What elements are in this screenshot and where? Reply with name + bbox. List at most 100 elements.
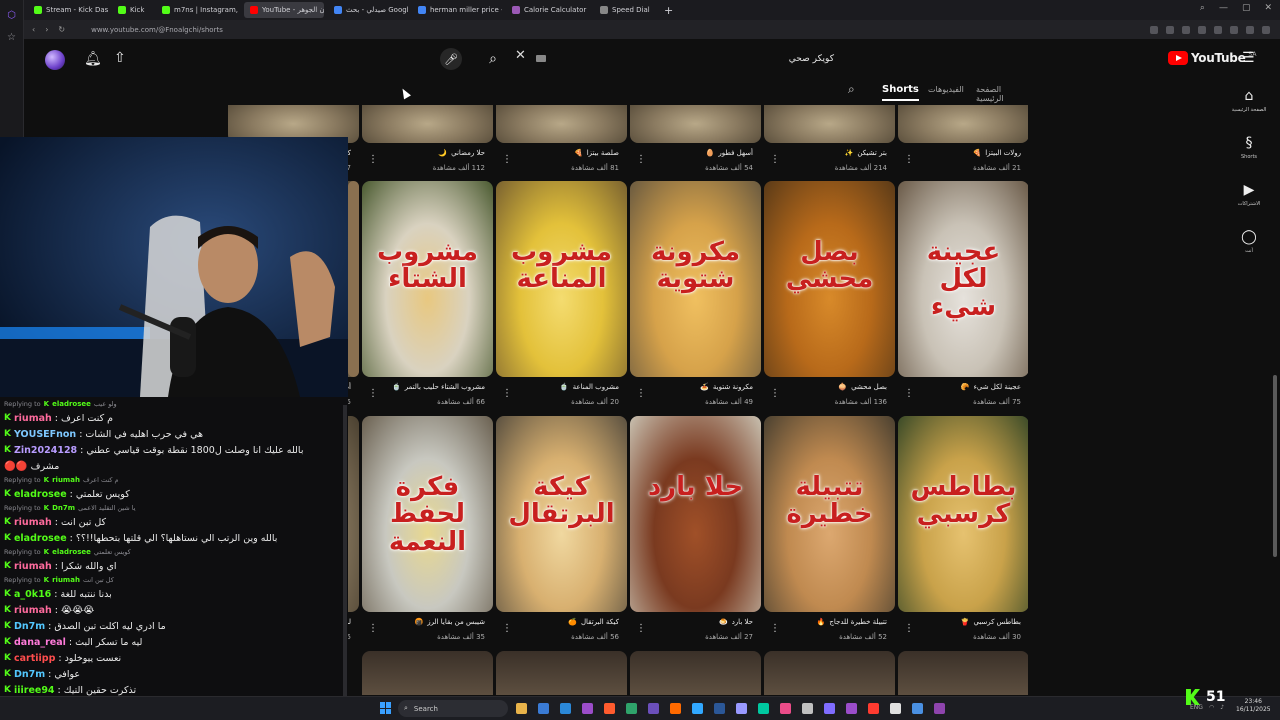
bell-icon[interactable]: 🔔︎	[84, 51, 102, 67]
browser-tab[interactable]: YouTube - أشان الجوهر	[244, 2, 324, 18]
mic-icon[interactable]: 🎤︎	[440, 48, 462, 70]
short-title[interactable]: صلصة بيتزا🍕	[496, 149, 619, 157]
taskbar-app-icon[interactable]	[758, 703, 769, 714]
more-options-icon[interactable]: ⋮	[770, 388, 780, 399]
short-thumbnail[interactable]: فكرة لحفظ النعمة	[362, 416, 493, 612]
extension-icon[interactable]	[1214, 25, 1222, 34]
tab-videos[interactable]: الفيديوهات	[928, 85, 964, 94]
more-options-icon[interactable]: ⋮	[904, 154, 914, 165]
short-title[interactable]: كيكة البرتقال🍊	[496, 618, 619, 626]
chat-username[interactable]: cartiipp	[14, 653, 55, 664]
chat-username[interactable]: YOUSEFnon	[14, 429, 76, 440]
chat-username[interactable]: riumah	[14, 413, 52, 424]
more-options-icon[interactable]: ⋮	[502, 623, 512, 634]
minimize-icon[interactable]: —	[1219, 3, 1228, 13]
short-thumbnail[interactable]	[630, 651, 761, 695]
short-thumbnail[interactable]	[898, 105, 1028, 143]
short-title[interactable]: حلا رمضاني🌙	[362, 149, 485, 157]
more-options-icon[interactable]: ⋮	[636, 623, 646, 634]
short-title[interactable]: بصل محشي🧅	[764, 383, 887, 391]
chat-username[interactable]: a_0k16	[14, 589, 51, 600]
language-indicator[interactable]: ENG	[1190, 704, 1203, 711]
short-thumbnail[interactable]	[898, 651, 1028, 695]
home-icon[interactable]: ⬡	[5, 8, 19, 22]
short-thumbnail[interactable]	[348, 181, 359, 377]
extension-icon[interactable]	[1198, 25, 1206, 34]
short-title[interactable]: حلا بارد🍮	[630, 618, 753, 626]
short-thumbnail[interactable]: حلا بارد	[630, 416, 761, 612]
clock[interactable]: 23:46 16/11/2025	[1236, 698, 1271, 714]
short-thumbnail[interactable]	[362, 105, 493, 143]
maximize-icon[interactable]: ▢	[1242, 3, 1251, 13]
channel-search-icon[interactable]: ⌕	[848, 82, 855, 97]
short-title[interactable]: بتر تشيكن✨	[764, 149, 887, 157]
nav-item-shorts[interactable]: § Shorts	[1226, 135, 1272, 160]
taskbar-app-icon[interactable]	[890, 703, 901, 714]
url-field[interactable]: www.youtube.com/@Fnoalgchi/shorts	[91, 26, 223, 34]
taskbar-app-icon[interactable]	[824, 703, 835, 714]
chat-scrollbar[interactable]	[343, 405, 347, 705]
more-options-icon[interactable]: ⋮	[770, 154, 780, 165]
search-icon[interactable]: ⌕	[480, 46, 506, 72]
more-options-icon[interactable]: ⋮	[368, 154, 378, 165]
short-title[interactable]: بطاطس كرسبي🍟	[898, 618, 1021, 626]
short-thumbnail[interactable]: كيكة البرتقال	[496, 416, 627, 612]
taskbar-search[interactable]: ⌕ Search	[398, 700, 508, 717]
browser-tab[interactable]: Stream - Kick Dashboard	[28, 2, 108, 18]
wifi-icon[interactable]: ◠	[1209, 704, 1214, 711]
short-thumbnail[interactable]	[630, 105, 761, 143]
more-options-icon[interactable]: ⋮	[368, 388, 378, 399]
extension-icon[interactable]	[1246, 25, 1254, 34]
chat-username[interactable]: eladrosee	[14, 489, 67, 500]
nav-item-subscriptions[interactable]: ▶ الاشتراكات	[1226, 182, 1272, 207]
short-thumbnail[interactable]	[362, 651, 493, 695]
extension-icon[interactable]	[1230, 25, 1238, 34]
extension-icon[interactable]	[1150, 25, 1158, 34]
star-icon[interactable]: ☆	[5, 30, 19, 44]
more-options-icon[interactable]: ⋮	[904, 623, 914, 634]
taskbar-app-icon[interactable]	[846, 703, 857, 714]
taskbar-app-icon[interactable]	[934, 703, 945, 714]
short-title[interactable]: مشروب الشتاء حليب بالتمر🍵	[362, 383, 485, 391]
short-thumbnail[interactable]: مشروب الشتاء	[362, 181, 493, 377]
taskbar-app-icon[interactable]	[516, 703, 527, 714]
extension-icon[interactable]	[1182, 25, 1190, 34]
chat-username[interactable]: iiiree94	[14, 685, 55, 696]
volume-icon[interactable]: ♪	[1220, 704, 1224, 711]
chat-username[interactable]: riumah	[14, 561, 52, 572]
taskbar-app-icon[interactable]	[604, 703, 615, 714]
extension-icon[interactable]	[1166, 25, 1174, 34]
short-title[interactable]: مكرونة شتوية🍝	[630, 383, 753, 391]
browser-tab[interactable]: Speed Dial	[594, 2, 654, 18]
close-icon[interactable]: ✕	[1264, 3, 1272, 13]
short-thumbnail[interactable]: بطاطس كرسبي	[898, 416, 1028, 612]
back-icon[interactable]: ‹	[32, 25, 35, 34]
chat-username[interactable]: dana_real	[14, 637, 66, 648]
chat-username[interactable]: riumah	[14, 605, 52, 616]
short-thumbnail[interactable]: بصل محشي	[764, 181, 895, 377]
tab-home[interactable]: الصفحة الرئيسية	[976, 85, 1030, 103]
short-title[interactable]: مشروب المناعة🍵	[496, 383, 619, 391]
taskbar-app-icon[interactable]	[582, 703, 593, 714]
browser-tab[interactable]: صيدلي - بحث Google	[328, 2, 408, 18]
taskbar-app-icon[interactable]	[780, 703, 791, 714]
forward-icon[interactable]: ›	[45, 25, 48, 34]
short-thumbnail[interactable]: مشروب المناعة	[496, 181, 627, 377]
short-thumbnail[interactable]: مكرونة شتوية	[630, 181, 761, 377]
tab-shorts[interactable]: Shorts	[882, 84, 919, 101]
reload-icon[interactable]: ↻	[58, 25, 65, 34]
chat-username[interactable]: eladrosee	[14, 533, 67, 544]
taskbar-app-icon[interactable]	[736, 703, 747, 714]
page-scrollbar[interactable]	[1273, 375, 1277, 557]
short-thumbnail[interactable]: تتبيلة خطيرة	[764, 416, 895, 612]
nav-item-you[interactable]: ◯ أنت	[1226, 229, 1272, 254]
taskbar-app-icon[interactable]	[560, 703, 571, 714]
taskbar-app-icon[interactable]	[692, 703, 703, 714]
chat-username[interactable]: Zin2024128	[14, 445, 77, 456]
more-options-icon[interactable]: ⋮	[368, 623, 378, 634]
nav-item-home[interactable]: ⌂ الصفحة الرئيسية	[1226, 88, 1272, 113]
more-options-icon[interactable]: ⋮	[904, 388, 914, 399]
short-thumbnail[interactable]	[764, 105, 895, 143]
short-title[interactable]: شيبس من بقايا الرز🍘	[362, 618, 485, 626]
browser-tab[interactable]: Calorie Calculator	[506, 2, 590, 18]
